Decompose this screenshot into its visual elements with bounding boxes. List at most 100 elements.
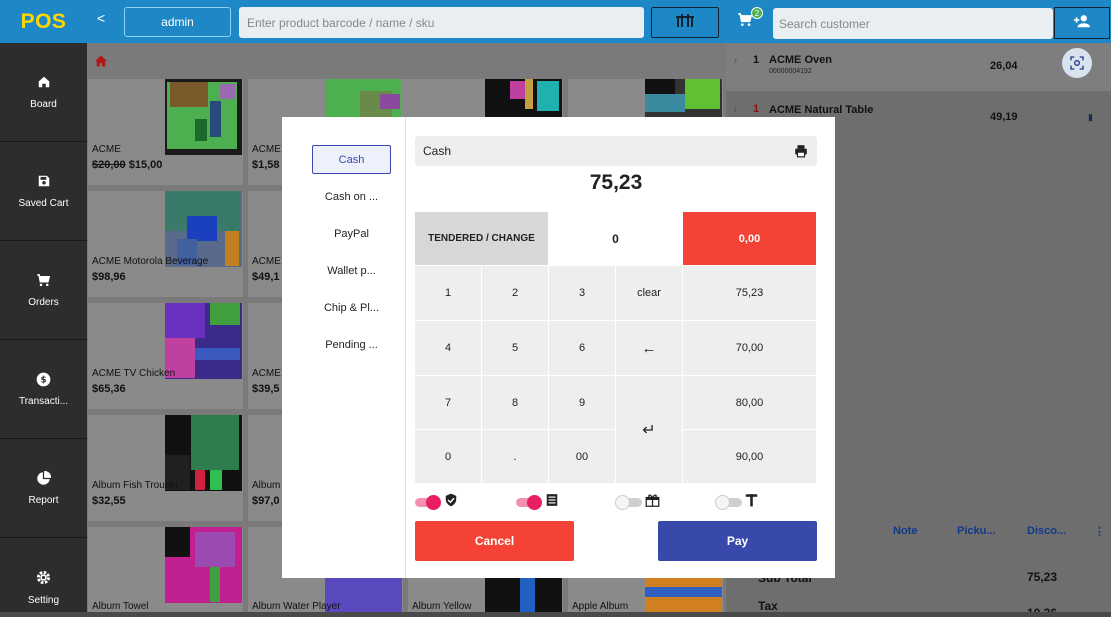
cancel-button[interactable]: Cancel xyxy=(415,521,574,561)
product-name: ACME xyxy=(252,256,281,267)
receipt-icon xyxy=(545,493,559,512)
quick-amount-80[interactable]: 80,00 xyxy=(683,376,817,430)
payment-method-pending[interactable]: Pending ... xyxy=(312,330,391,359)
tendered-input[interactable]: 0 xyxy=(549,212,683,266)
key-1[interactable]: 1 xyxy=(415,266,482,321)
payment-method-chip-pin[interactable]: Chip & Pl... xyxy=(312,293,391,322)
product-tile[interactable]: Album Towel xyxy=(88,527,243,612)
product-name: Album Yellow xyxy=(412,601,472,612)
payment-methods: Cash Cash on ... PayPal Wallet p... Chip… xyxy=(282,117,406,578)
pay-button[interactable]: Pay xyxy=(658,521,817,561)
sidebar-item-transactions[interactable]: $ Transacti... xyxy=(0,340,87,439)
sidebar-item-label: Report xyxy=(28,495,59,506)
text-icon xyxy=(745,493,758,512)
tab-note[interactable]: Note xyxy=(893,525,917,537)
key-5[interactable]: 5 xyxy=(482,321,549,376)
quick-amount-70[interactable]: 70,00 xyxy=(683,321,817,376)
key-3[interactable]: 3 xyxy=(549,266,616,321)
cart-item-price: 49,19 xyxy=(990,111,1018,123)
product-name: Album Water Player xyxy=(252,601,341,612)
home-breadcrumb-icon[interactable] xyxy=(94,54,108,72)
cart-icon xyxy=(737,13,753,32)
product-name: ACME xyxy=(252,144,281,155)
cart-row[interactable]: › 1 ACME Oven 00000004192 26,04 xyxy=(726,43,1111,91)
toggle-receipt[interactable] xyxy=(516,493,559,512)
payment-method-paypal[interactable]: PayPal xyxy=(312,219,391,248)
payment-dialog: Cash Cash on ... PayPal Wallet p... Chip… xyxy=(282,117,835,578)
home-icon xyxy=(36,74,52,90)
product-tile[interactable]: ACME Motorola Beverage $98,96 xyxy=(88,191,243,297)
customer-search-input[interactable]: Search customer xyxy=(773,8,1053,39)
product-name: Album Towel xyxy=(92,601,149,612)
product-price: $97,0 xyxy=(252,495,280,507)
user-button[interactable]: admin xyxy=(124,7,231,37)
product-tile[interactable]: ACME $20,00 $15,00 xyxy=(88,79,243,185)
keypad: TENDERED / CHANGE 0 0,00 1 2 3 clear 75,… xyxy=(415,212,817,484)
scan-button[interactable] xyxy=(1062,48,1092,78)
sidebar-item-saved-cart[interactable]: Saved Cart xyxy=(0,142,87,241)
clear-key[interactable]: clear xyxy=(616,266,683,321)
quick-amount-90[interactable]: 90,00 xyxy=(683,430,817,484)
tendered-change-label: TENDERED / CHANGE xyxy=(415,212,549,266)
toggle-gift[interactable] xyxy=(615,493,660,512)
app-logo: POS xyxy=(0,0,87,43)
product-price: $98,96 xyxy=(92,271,126,283)
key-2[interactable]: 2 xyxy=(482,266,549,321)
tax-label: Tax xyxy=(758,599,778,613)
cart-button[interactable]: 2 xyxy=(737,7,763,33)
product-tile[interactable]: ACME TV Chicken $65,36 xyxy=(88,303,243,409)
cart-item-name: ACME Natural Table xyxy=(769,104,874,116)
toggle-verify[interactable] xyxy=(415,493,458,512)
toggle-text[interactable] xyxy=(715,493,758,512)
tab-pickup[interactable]: Picku... xyxy=(957,525,996,537)
payment-method-cash-on-delivery[interactable]: Cash on ... xyxy=(312,182,391,211)
key-8[interactable]: 8 xyxy=(482,376,549,430)
chevron-right-icon[interactable]: › xyxy=(734,55,737,65)
add-customer-button[interactable] xyxy=(1054,7,1110,39)
cart-item-qty: 1 xyxy=(753,103,760,115)
scan-icon xyxy=(1070,56,1084,70)
key-6[interactable]: 6 xyxy=(549,321,616,376)
key-7[interactable]: 7 xyxy=(415,376,482,430)
sidebar-item-label: Saved Cart xyxy=(18,198,69,209)
sidebar-item-setting[interactable]: Setting xyxy=(0,538,87,617)
payment-method-cash[interactable]: Cash xyxy=(312,145,391,174)
cart-count-badge: 2 xyxy=(751,7,763,19)
table-button[interactable] xyxy=(651,7,719,38)
back-button[interactable]: < xyxy=(97,10,105,26)
sidebar-item-report[interactable]: Report xyxy=(0,439,87,538)
product-name: Apple Album xyxy=(572,601,629,612)
barcode-search-input[interactable]: Enter product barcode / name / sku xyxy=(239,7,644,38)
verified-shield-icon xyxy=(444,493,458,512)
key-00[interactable]: 00 xyxy=(549,430,616,484)
product-tile[interactable]: Album Fish Trouser $32,55 xyxy=(88,415,243,521)
save-icon xyxy=(36,173,52,189)
quick-amount-75[interactable]: 75,23 xyxy=(683,266,817,321)
cart-item-name: ACME Oven xyxy=(769,54,832,66)
print-icon[interactable] xyxy=(794,144,808,161)
payment-method-wallet[interactable]: Wallet p... xyxy=(312,256,391,285)
cart-icon xyxy=(36,272,52,288)
key-4[interactable]: 4 xyxy=(415,321,482,376)
backspace-key[interactable]: ← xyxy=(616,321,683,376)
key-0[interactable]: 0 xyxy=(415,430,482,484)
sidebar-item-orders[interactable]: Orders xyxy=(0,241,87,340)
trash-icon[interactable]: ▮ xyxy=(1088,112,1093,123)
enter-key[interactable]: ↵ xyxy=(616,376,683,484)
product-sale-price: $15,00 xyxy=(128,159,163,171)
dollar-icon: $ xyxy=(36,371,52,387)
sidebar-item-label: Orders xyxy=(28,297,59,308)
bottom-strip xyxy=(0,612,1111,617)
more-vertical-icon[interactable]: ⋮ xyxy=(1094,525,1105,538)
sidebar-item-label: Setting xyxy=(27,594,60,606)
key-9[interactable]: 9 xyxy=(549,376,616,430)
product-name: ACME xyxy=(92,144,121,155)
product-image xyxy=(485,577,562,612)
sidebar-item-board[interactable]: Board xyxy=(0,43,87,142)
tab-discount[interactable]: Disco... xyxy=(1027,525,1066,537)
table-icon xyxy=(675,12,695,33)
chevron-right-icon[interactable]: › xyxy=(734,104,737,114)
product-name: Album Fish Trouser xyxy=(92,480,179,491)
key-dot[interactable]: . xyxy=(482,430,549,484)
subtotal-value: 75,23 xyxy=(1027,570,1058,584)
